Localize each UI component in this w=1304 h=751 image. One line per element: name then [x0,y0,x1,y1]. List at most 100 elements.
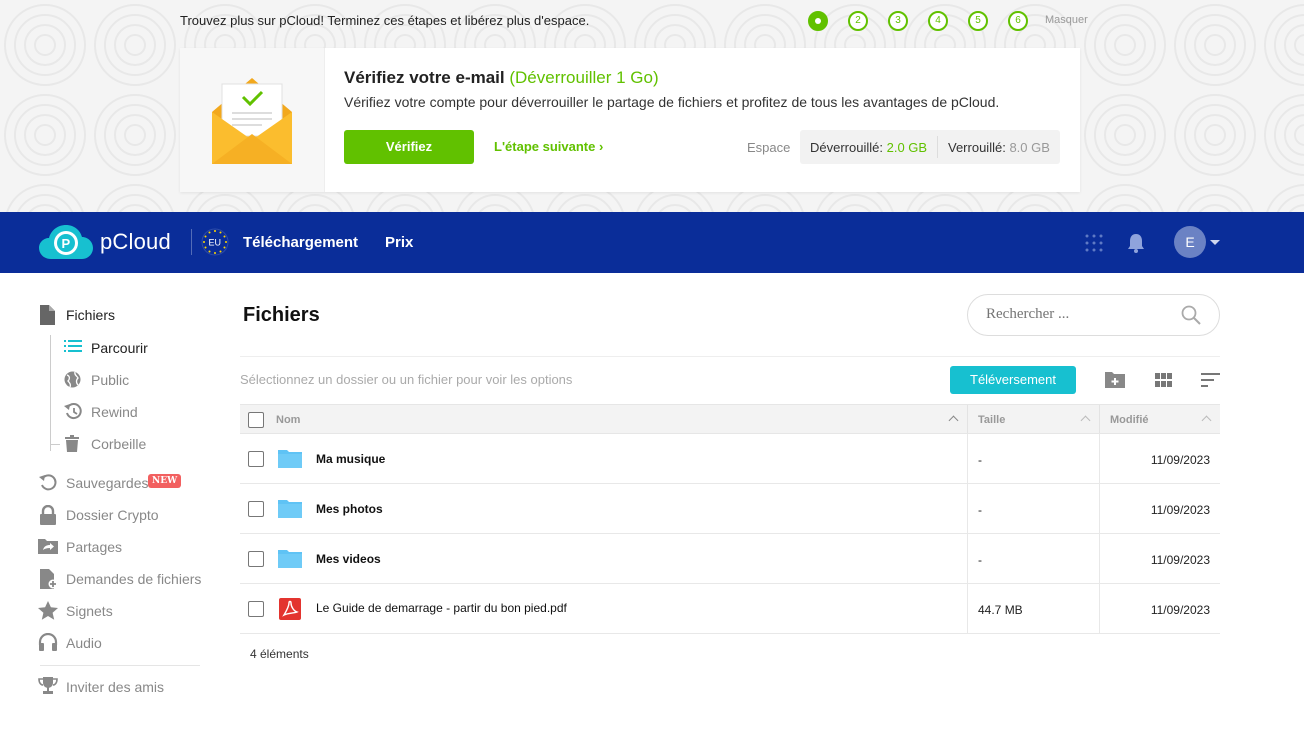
row-name[interactable]: Ma musique [316,452,385,466]
hide-onboarding-link[interactable]: Masquer [1045,14,1088,26]
globe-icon [64,371,81,388]
unlocked-label: Déverrouillé: [810,140,883,155]
locked-value: 8.0 GB [1009,140,1050,155]
new-folder-icon[interactable] [1105,371,1126,388]
grid-view-icon[interactable] [1155,373,1172,387]
column-divider [967,405,968,433]
step-2-indicator[interactable]: 2 [848,11,868,31]
search-box[interactable] [967,294,1220,336]
column-divider [1099,405,1100,433]
row-modified: 11/09/2023 [1150,603,1210,617]
sidebar-item-label: Rewind [91,404,138,420]
row-modified: 11/09/2023 [1150,553,1210,567]
row-checkbox[interactable] [248,451,264,467]
step-6-indicator[interactable]: 6 [1008,11,1028,31]
tree-connector [50,444,60,445]
step-4-indicator[interactable]: 4 [928,11,948,31]
search-icon[interactable] [1181,305,1201,325]
top-navbar: P pCloud EU Téléchargement Prix E [0,212,1304,273]
step-3-indicator[interactable]: 3 [888,11,908,31]
table-row[interactable]: Le Guide de demarrage - partir du bon pi… [240,584,1220,634]
sidebar-divider [40,665,200,666]
rewind-history-icon [64,403,82,420]
next-step-label: L'étape suivante [494,139,596,154]
card-title-text: Vérifiez votre e-mail [344,68,505,87]
trophy-icon [38,677,58,694]
verify-email-card: Vérifiez votre e-mail (Déverrouiller 1 G… [180,48,1080,192]
row-modified: 11/09/2023 [1150,453,1210,467]
nav-download-link[interactable]: Téléchargement [243,234,358,251]
sidebar-item-label: Audio [66,635,102,651]
space-locked: Verrouillé: 8.0 GB [948,140,1050,155]
user-avatar[interactable]: E [1174,226,1206,258]
row-checkbox[interactable] [248,501,264,517]
item-count: 4 éléments [250,647,309,661]
column-divider [1099,434,1100,483]
page-title: Fichiers [243,304,320,326]
chevron-down-icon[interactable] [1210,240,1220,245]
space-summary: Déverrouillé: 2.0 GB Verrouillé: 8.0 GB [800,130,1060,164]
notifications-bell-icon[interactable] [1126,233,1146,253]
step-1-indicator[interactable] [808,11,828,31]
pcloud-logo-icon[interactable]: P [39,225,93,261]
table-row[interactable]: Mes photos - 11/09/2023 [240,484,1220,534]
sidebar-item-label: Partages [66,539,123,555]
select-all-checkbox[interactable] [248,412,264,428]
shared-folder-icon [38,539,58,554]
sidebar-item-label: Inviter des amis [66,679,165,695]
table-row[interactable]: Mes videos - 11/09/2023 [240,534,1220,584]
tree-connector [50,335,51,451]
card-description: Vérifiez votre compte pour déverrouiller… [344,94,1000,110]
trash-icon [65,435,79,452]
folder-icon [278,550,302,568]
row-size: - [978,553,982,567]
next-step-link[interactable]: L'étape suivante › [494,139,603,154]
column-divider [1099,534,1100,583]
row-size: 44.7 MB [978,603,1023,617]
card-icon-panel [180,48,325,192]
row-size: - [978,503,982,517]
brand-name[interactable]: pCloud [100,229,171,255]
card-title: Vérifiez votre e-mail (Déverrouiller 1 G… [344,68,659,88]
sidebar-item-label: Public [91,372,130,388]
column-divider [1099,584,1100,633]
locked-label: Verrouillé: [948,140,1006,155]
sort-ascending-icon[interactable] [1201,415,1212,426]
column-header-name[interactable]: Nom [276,414,300,426]
row-name[interactable]: Le Guide de demarrage - partir du bon pi… [316,601,567,615]
eu-region-icon[interactable]: EU [201,228,229,256]
list-icon [64,340,82,352]
column-header-size[interactable]: Taille [978,414,1005,426]
apps-grid-icon[interactable] [1085,234,1103,252]
sidebar: Fichiers Parcourir Public Rewind Corbeil… [0,273,220,751]
row-name[interactable]: Mes photos [316,502,383,516]
sort-ascending-icon[interactable] [948,415,959,426]
eu-badge-text: EU [209,238,222,248]
folder-icon [278,450,302,468]
column-divider [967,584,968,633]
verify-button[interactable]: Vérifiez [344,130,474,164]
column-header-modified[interactable]: Modifié [1110,414,1149,426]
toolbar-divider [240,356,1220,357]
new-badge: NEW [148,474,182,488]
sort-ascending-icon[interactable] [1080,415,1091,426]
row-checkbox[interactable] [248,601,264,617]
space-divider [937,136,938,158]
sort-icon[interactable] [1201,373,1220,387]
pdf-file-icon [279,598,301,620]
table-row[interactable]: Ma musique - 11/09/2023 [240,434,1220,484]
upload-button[interactable]: Téléversement [950,366,1076,394]
headphones-icon [38,633,58,651]
file-icon [40,305,55,325]
row-checkbox[interactable] [248,551,264,567]
sidebar-item-label: Signets [66,603,113,619]
chevron-right-icon: › [598,139,604,154]
step-5-indicator[interactable]: 5 [968,11,988,31]
search-input[interactable] [986,306,1176,323]
onboarding-intro: Trouvez plus sur pCloud! Terminez ces ét… [180,13,590,28]
column-divider [1099,484,1100,533]
nav-pricing-link[interactable]: Prix [385,234,413,251]
row-name[interactable]: Mes videos [316,552,381,566]
table-header: Nom Taille Modifié [240,404,1220,434]
svg-text:P: P [62,236,71,251]
